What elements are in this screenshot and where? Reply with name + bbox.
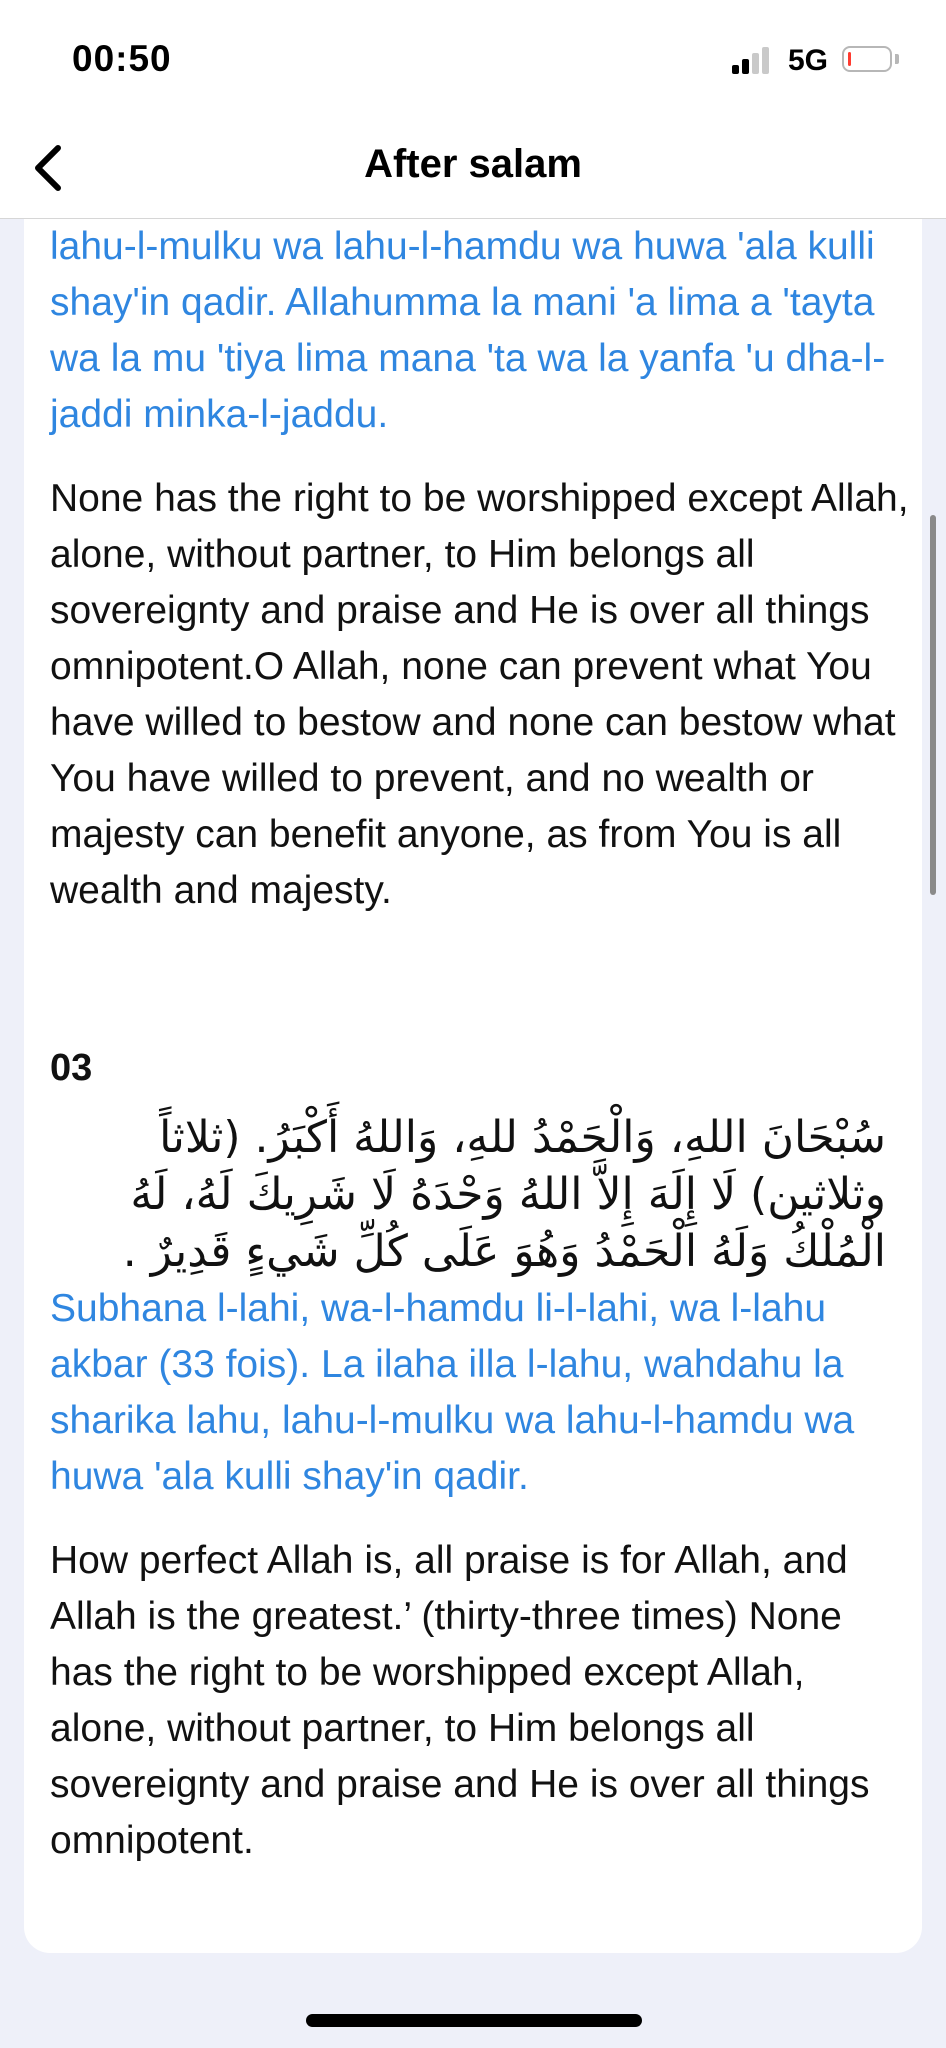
battery-cap xyxy=(895,54,899,64)
status-bar: 00:50 5G xyxy=(0,0,946,120)
dua-transliteration: Subhana l-lahi, wa-l-hamdu li-l-lahi, wa… xyxy=(50,1287,855,1498)
status-time: 00:50 xyxy=(72,38,172,79)
dua-arabic-text: سُبْحَانَ اللهِ، وَالْحَمْدُ للهِ، وَالل… xyxy=(122,1112,886,1277)
nav-bar: After salam xyxy=(0,120,946,219)
battery-level xyxy=(848,52,851,66)
battery-icon xyxy=(842,46,892,72)
dua-translation: None has the right to be worshipped exce… xyxy=(50,477,909,912)
dua-list[interactable]: lahu-l-mulku wa lahu-l-hamdu wa huwa 'al… xyxy=(0,219,946,1959)
scrollbar[interactable] xyxy=(930,515,936,895)
dua-number: 03 xyxy=(50,1047,93,1089)
dua-card: 03 سُبْحَانَ اللهِ، وَالْحَمْدُ للهِ، وَ… xyxy=(24,1019,922,1953)
dua-transliteration: lahu-l-mulku wa lahu-l-hamdu wa huwa 'al… xyxy=(50,225,886,436)
network-type: 5G xyxy=(788,44,829,77)
dua-translation: How perfect Allah is, all praise is for … xyxy=(50,1539,870,1862)
home-indicator[interactable] xyxy=(306,2014,642,2027)
page-title: After salam xyxy=(364,142,582,186)
cellular-signal-icon xyxy=(732,46,776,74)
